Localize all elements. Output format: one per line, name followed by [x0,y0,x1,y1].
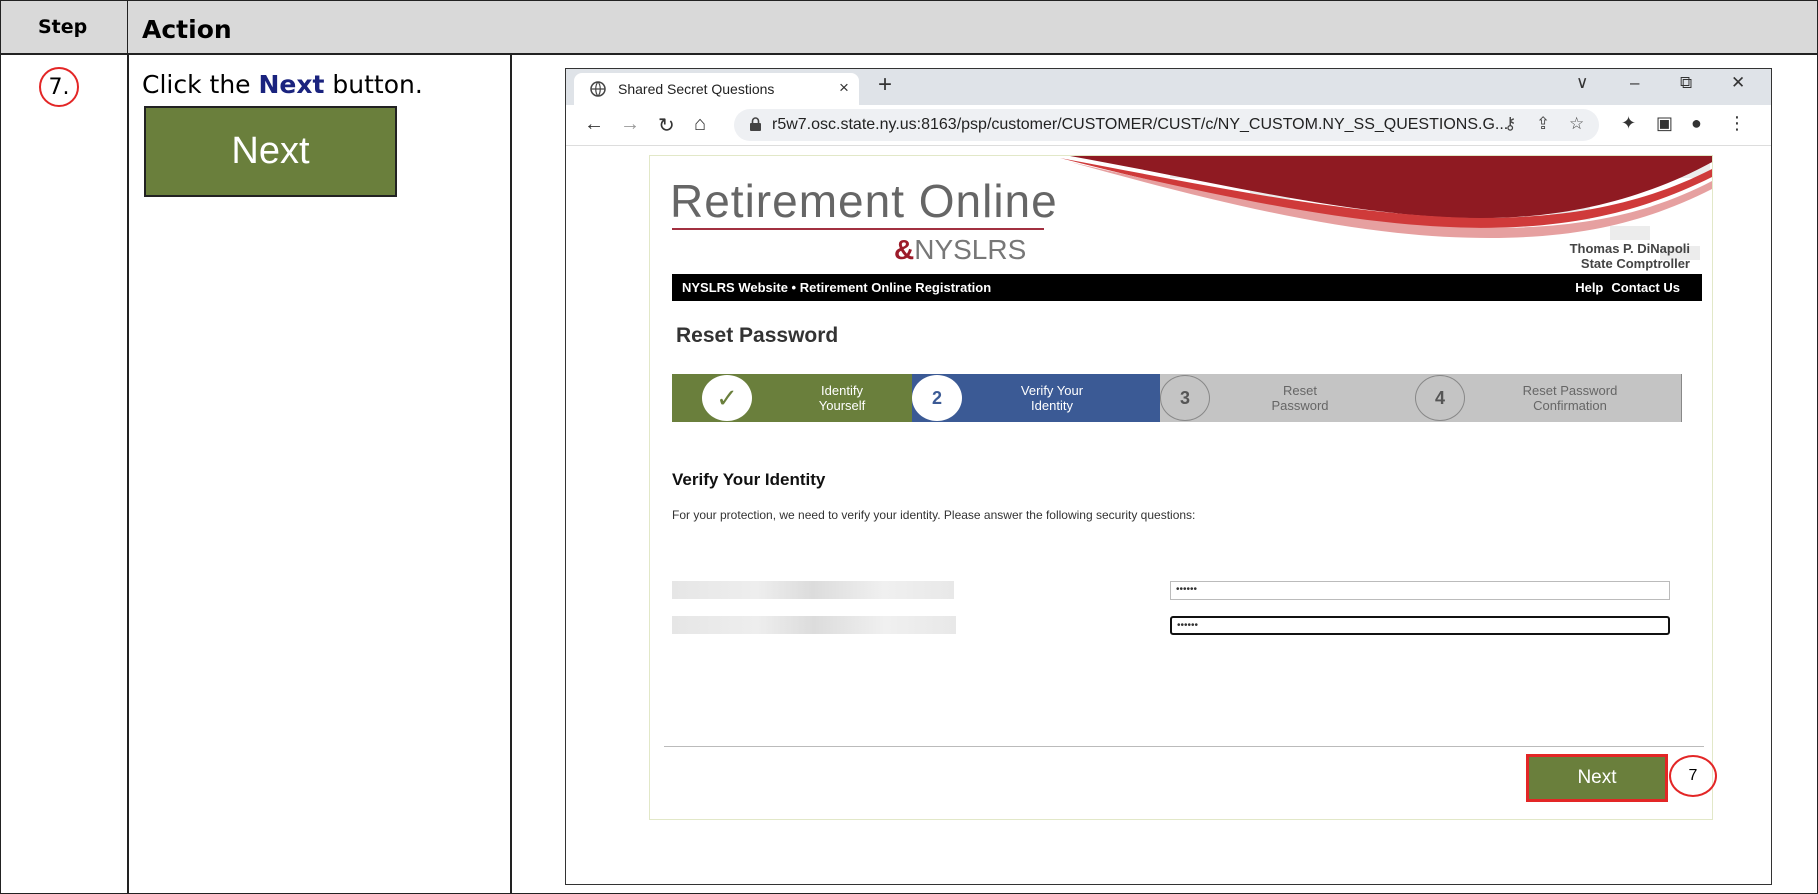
step-segment-2: 2 Verify Your Identity [912,374,1160,422]
step-4-line1: Reset Password [1522,383,1618,398]
sidepanel-icon[interactable]: ▣ [1656,113,1673,134]
url-field[interactable]: r5w7.osc.state.ny.us:8163/psp/customer/C… [734,109,1599,141]
step-2-number: 2 [912,375,962,421]
star-icon[interactable]: ☆ [1569,114,1584,134]
page-title: Reset Password [676,324,839,347]
site-nav-bar: NYSLRS Website • Retirement Online Regis… [672,274,1702,301]
close-window-icon[interactable]: ✕ [1731,73,1745,93]
tab-title: Shared Secret Questions [618,81,775,97]
answer-1-input[interactable]: •••••• [1170,581,1670,600]
step-cell [0,53,129,894]
logo-sub-text: NYSLRS [914,234,1027,265]
back-icon[interactable]: ← [584,113,604,136]
profile-icon[interactable]: ● [1691,113,1702,134]
header-action-cell: Action [127,0,1818,55]
step-segment-3: 3 Reset Password [1160,374,1415,422]
share-icon[interactable]: ⇪ [1536,114,1550,134]
forward-icon[interactable]: → [620,113,640,136]
instruction-bold: Next [258,70,325,99]
step-4-line2: Confirmation [1533,398,1607,413]
form-divider [664,746,1704,747]
logo-subtitle: &NYSLRS [894,234,1026,266]
tab-bar: Shared Secret Questions × + ∨ – ⧉ ✕ [566,69,1771,105]
progress-stepper: ✓ Identify Yourself 2 Verify Your Identity… [672,374,1682,422]
instruction-prefix: Click the [142,70,259,99]
step-4-label: Reset Password Confirmation [1500,383,1640,413]
header-action-label: Action [142,15,232,44]
close-tab-icon[interactable]: × [839,78,849,98]
answer-2-input[interactable]: •••••• [1170,616,1670,635]
step-callout: 7 [1669,755,1717,797]
logo-underline [672,228,1044,230]
help-link[interactable]: Help [1575,280,1603,295]
step-2-label: Verify Your Identity [1007,383,1097,413]
step-3-label: Reset Password [1255,383,1345,413]
nyslrs-mark-icon: & [894,234,915,265]
comptroller-name: Thomas P. DiNapoli [1569,241,1690,256]
globe-icon [590,81,606,97]
home-icon[interactable]: ⌂ [694,113,706,136]
tab-search-icon[interactable]: ∨ [1576,73,1588,93]
comptroller-block: Thomas P. DiNapoli State Comptroller [1570,241,1690,271]
address-bar: ← → ↻ ⌂ r5w7.osc.state.ny.us:8163/psp/cu… [566,105,1771,146]
step-1-label: Identify Yourself [802,383,882,413]
contact-link[interactable]: Contact Us [1611,280,1680,295]
extensions-icon[interactable]: ✦ [1621,113,1636,134]
step-number-badge: 7. [39,67,79,107]
menu-icon[interactable]: ⋮ [1728,113,1746,134]
step-1-line2: Yourself [818,398,866,413]
step-3-number: 3 [1160,375,1210,421]
browser-tab[interactable]: Shared Secret Questions × [574,73,859,105]
restore-icon[interactable]: ⧉ [1680,73,1692,93]
step-1-line1: Identify [821,383,863,398]
logo-title: Retirement Online [670,175,1058,227]
key-icon[interactable]: ⚷ [1504,114,1516,134]
next-button[interactable]: Next [1526,754,1668,802]
minimize-icon[interactable]: – [1630,73,1639,93]
step-2-line2: Identity [1031,398,1073,413]
step-3-line1: Reset [1283,383,1317,398]
check-icon: ✓ [702,375,752,421]
header-step-label: Step [38,16,88,38]
header-step-cell: Step [0,0,129,55]
site-nav-left[interactable]: NYSLRS Website • Retirement Online Regis… [682,280,991,295]
step-4-number: 4 [1415,375,1465,421]
site-nav-right: Help Contact Us [1567,280,1680,295]
security-question-1 [672,581,954,599]
step-3-line2: Password [1271,398,1329,413]
comptroller-title: State Comptroller [1580,256,1690,271]
instruction-suffix: button. [324,70,423,99]
browser-window: Shared Secret Questions × + ∨ – ⧉ ✕ ← → … [565,68,1772,885]
url-text: r5w7.osc.state.ny.us:8163/psp/customer/C… [772,116,1509,133]
section-description: For your protection, we need to verify y… [672,508,1196,522]
next-button-sample: Next [144,106,397,197]
lock-icon [750,117,761,131]
reload-icon[interactable]: ↻ [658,113,675,138]
step-segment-1: ✓ Identify Yourself [672,374,912,422]
new-tab-button[interactable]: + [878,71,892,99]
step-segment-4: 4 Reset Password Confirmation [1415,374,1682,422]
security-question-2 [672,616,956,634]
step-2-line1: Verify Your [1020,383,1084,398]
section-title: Verify Your Identity [672,470,826,489]
instruction-text: Click the Next button. [142,70,423,99]
web-page: Retirement Online &NYSLRS Thomas P. DiNa… [649,155,1713,820]
